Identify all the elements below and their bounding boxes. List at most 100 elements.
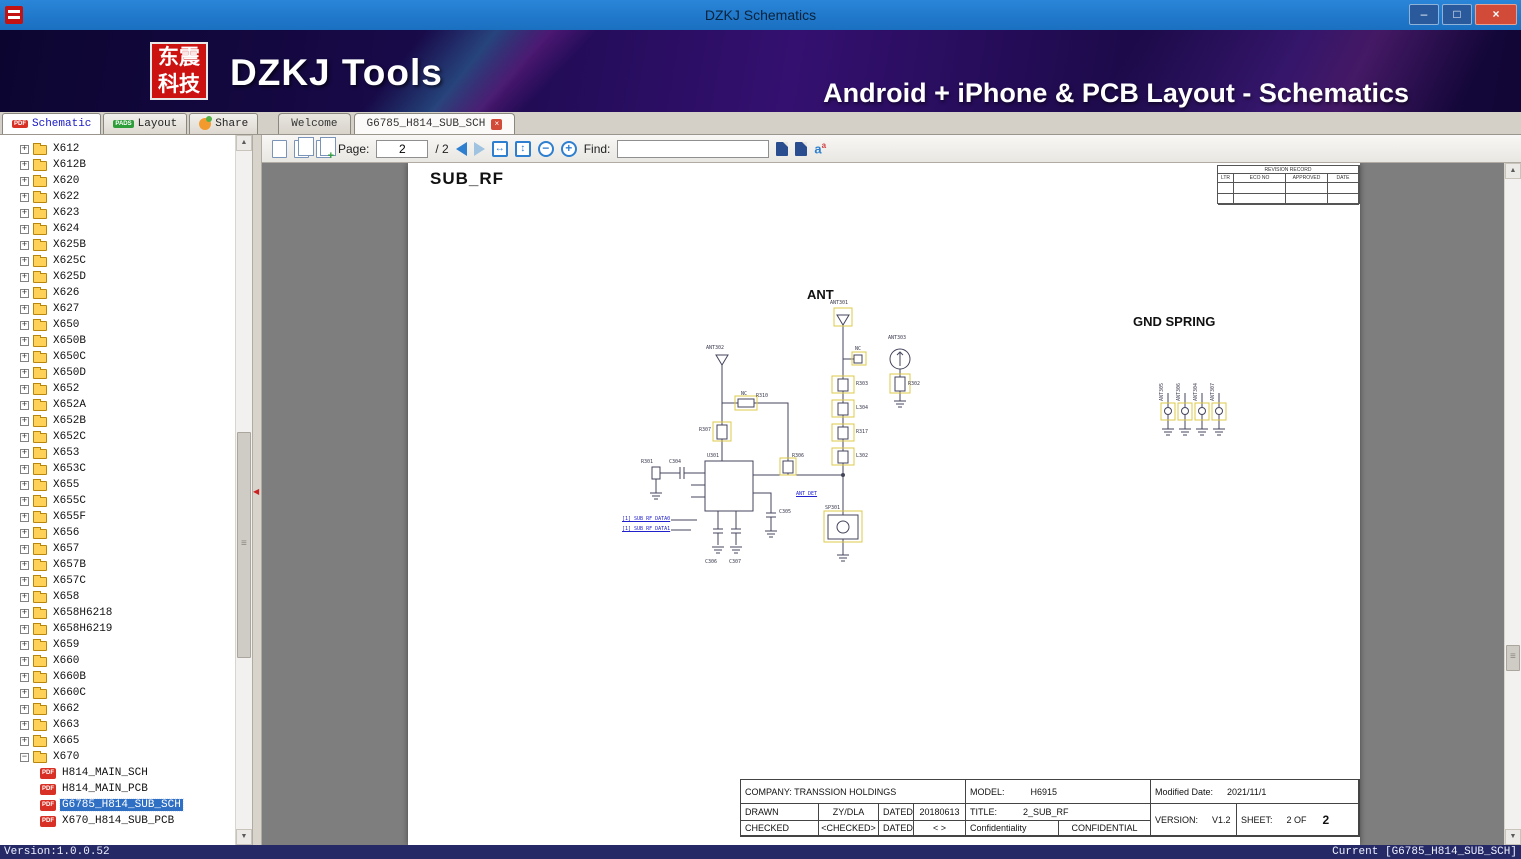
panel-splitter[interactable]: ◀ bbox=[253, 135, 262, 845]
tree-item-x652a[interactable]: + X652A bbox=[0, 397, 235, 413]
scrollbar-thumb[interactable] bbox=[1506, 645, 1520, 671]
tree-item-x670_h814_sub_pcb[interactable]: PDF X670_H814_SUB_PCB bbox=[0, 813, 235, 829]
tree-item-x655[interactable]: + X655 bbox=[0, 477, 235, 493]
find-input[interactable] bbox=[617, 139, 770, 158]
scroll-up-icon[interactable]: ▲ bbox=[236, 135, 252, 151]
expand-icon[interactable]: + bbox=[20, 288, 29, 298]
tree-item-x625b[interactable]: + X625B bbox=[0, 237, 235, 253]
expand-icon[interactable]: + bbox=[20, 160, 29, 170]
tree-item-x658[interactable]: + X658 bbox=[0, 589, 235, 605]
tree-item-x657b[interactable]: + X657B bbox=[0, 557, 235, 573]
tree-item-x612b[interactable]: + X612B bbox=[0, 157, 235, 173]
expand-icon[interactable]: + bbox=[20, 304, 29, 314]
tree-item-h814_main_pcb[interactable]: PDF H814_MAIN_PCB bbox=[0, 781, 235, 797]
content-scrollbar[interactable]: ▲ ▼ bbox=[1504, 163, 1521, 845]
doc-tab-welcome[interactable]: Welcome bbox=[278, 113, 351, 134]
expand-icon[interactable]: + bbox=[20, 720, 29, 730]
expand-icon[interactable]: + bbox=[20, 368, 29, 378]
multi-page-icon[interactable] bbox=[294, 136, 314, 158]
expand-icon[interactable]: + bbox=[20, 224, 29, 234]
collapse-panel-icon[interactable]: ◀ bbox=[253, 487, 259, 496]
previous-page-button[interactable] bbox=[455, 141, 467, 156]
expand-icon[interactable]: + bbox=[20, 656, 29, 666]
expand-icon[interactable]: + bbox=[20, 208, 29, 218]
tree-item-x624[interactable]: + X624 bbox=[0, 221, 235, 237]
net-link-label[interactable]: [1] SUB_RF_DATA1 bbox=[622, 526, 670, 532]
expand-icon[interactable]: + bbox=[20, 688, 29, 698]
tree-item-h814_main_sch[interactable]: PDF H814_MAIN_SCH bbox=[0, 765, 235, 781]
expand-icon[interactable]: + bbox=[20, 592, 29, 602]
expand-icon[interactable]: + bbox=[20, 464, 29, 474]
minimize-button[interactable]: – bbox=[1409, 4, 1439, 25]
doc-tab-g6785-h814-sub-sch[interactable]: G6785_H814_SUB_SCH × bbox=[353, 113, 516, 134]
copy-page-icon[interactable] bbox=[272, 139, 287, 158]
expand-icon[interactable]: + bbox=[20, 608, 29, 618]
expand-icon[interactable]: + bbox=[20, 144, 29, 154]
tree-item-x612[interactable]: + X612 bbox=[0, 141, 235, 157]
expand-icon[interactable]: + bbox=[20, 192, 29, 202]
expand-icon[interactable]: + bbox=[20, 384, 29, 394]
tree-item-x652c[interactable]: + X652C bbox=[0, 429, 235, 445]
zoom-out-icon[interactable]: − bbox=[537, 140, 554, 157]
tree-item-x622[interactable]: + X622 bbox=[0, 189, 235, 205]
close-button[interactable]: × bbox=[1475, 4, 1517, 25]
tree-item-x660b[interactable]: + X660B bbox=[0, 669, 235, 685]
expand-icon[interactable]: + bbox=[20, 480, 29, 490]
sidebar-scrollbar[interactable]: ▲ ▼ bbox=[235, 135, 252, 845]
tree-item-x665[interactable]: + X665 bbox=[0, 733, 235, 749]
expand-icon[interactable]: + bbox=[20, 544, 29, 554]
tree-item-x653[interactable]: + X653 bbox=[0, 445, 235, 461]
expand-icon[interactable]: + bbox=[20, 336, 29, 346]
expand-icon[interactable]: + bbox=[20, 736, 29, 746]
expand-icon[interactable]: + bbox=[20, 512, 29, 522]
find-previous-icon[interactable] bbox=[776, 141, 789, 156]
page-input[interactable] bbox=[376, 139, 429, 158]
expand-icon[interactable]: + bbox=[20, 352, 29, 362]
expand-icon[interactable]: + bbox=[20, 176, 29, 186]
tree-item-x655f[interactable]: + X655F bbox=[0, 509, 235, 525]
close-tab-icon[interactable]: × bbox=[491, 118, 503, 130]
expand-icon[interactable]: + bbox=[20, 432, 29, 442]
tree-item-x660[interactable]: + X660 bbox=[0, 653, 235, 669]
expand-icon[interactable]: + bbox=[20, 640, 29, 650]
tree-item-g6785_h814_sub_sch[interactable]: PDF G6785_H814_SUB_SCH bbox=[0, 797, 235, 813]
tree-item-x626[interactable]: + X626 bbox=[0, 285, 235, 301]
scroll-down-icon[interactable]: ▼ bbox=[1505, 829, 1521, 845]
document-viewport[interactable]: SUB_RF REVISION RECORD LTR ECO NO APPROV… bbox=[262, 163, 1521, 845]
expand-icon[interactable]: + bbox=[20, 256, 29, 266]
scrollbar-thumb[interactable] bbox=[237, 432, 251, 658]
tree-item-x660c[interactable]: + X660C bbox=[0, 685, 235, 701]
tree-item-x663[interactable]: + X663 bbox=[0, 717, 235, 733]
expand-icon[interactable]: + bbox=[20, 496, 29, 506]
expand-icon[interactable]: + bbox=[20, 528, 29, 538]
tree-item-x657[interactable]: + X657 bbox=[0, 541, 235, 557]
text-size-icon[interactable]: aa bbox=[814, 141, 826, 156]
tree-item-x662[interactable]: + X662 bbox=[0, 701, 235, 717]
tree-item-x653c[interactable]: + X653C bbox=[0, 461, 235, 477]
expand-icon[interactable]: + bbox=[20, 576, 29, 586]
tree-item-x625d[interactable]: + X625D bbox=[0, 269, 235, 285]
tree-item-x657c[interactable]: + X657C bbox=[0, 573, 235, 589]
tree-item-x655c[interactable]: + X655C bbox=[0, 493, 235, 509]
tree-item-x620[interactable]: + X620 bbox=[0, 173, 235, 189]
expand-icon[interactable]: + bbox=[20, 400, 29, 410]
expand-icon[interactable]: + bbox=[20, 448, 29, 458]
expand-icon[interactable]: + bbox=[20, 704, 29, 714]
zoom-in-icon[interactable]: + bbox=[560, 140, 577, 157]
tree-item-x652[interactable]: + X652 bbox=[0, 381, 235, 397]
tree-item-x658h6219[interactable]: + X658H6219 bbox=[0, 621, 235, 637]
expand-icon[interactable]: + bbox=[20, 624, 29, 634]
tab-share[interactable]: Share bbox=[189, 113, 259, 134]
tree-item-x659[interactable]: + X659 bbox=[0, 637, 235, 653]
tree-item-x625c[interactable]: + X625C bbox=[0, 253, 235, 269]
scroll-down-icon[interactable]: ▼ bbox=[236, 829, 252, 845]
expand-icon[interactable]: + bbox=[20, 272, 29, 282]
add-page-icon[interactable] bbox=[316, 136, 336, 162]
tree-item-x670[interactable]: − X670 bbox=[0, 749, 235, 765]
next-page-button[interactable] bbox=[473, 141, 485, 156]
fit-width-icon[interactable]: ↔ bbox=[491, 140, 508, 157]
tree-item-x650c[interactable]: + X650C bbox=[0, 349, 235, 365]
net-link-label[interactable]: ANT_DET bbox=[796, 491, 817, 497]
expand-icon[interactable]: + bbox=[20, 320, 29, 330]
tree-item-x650b[interactable]: + X650B bbox=[0, 333, 235, 349]
